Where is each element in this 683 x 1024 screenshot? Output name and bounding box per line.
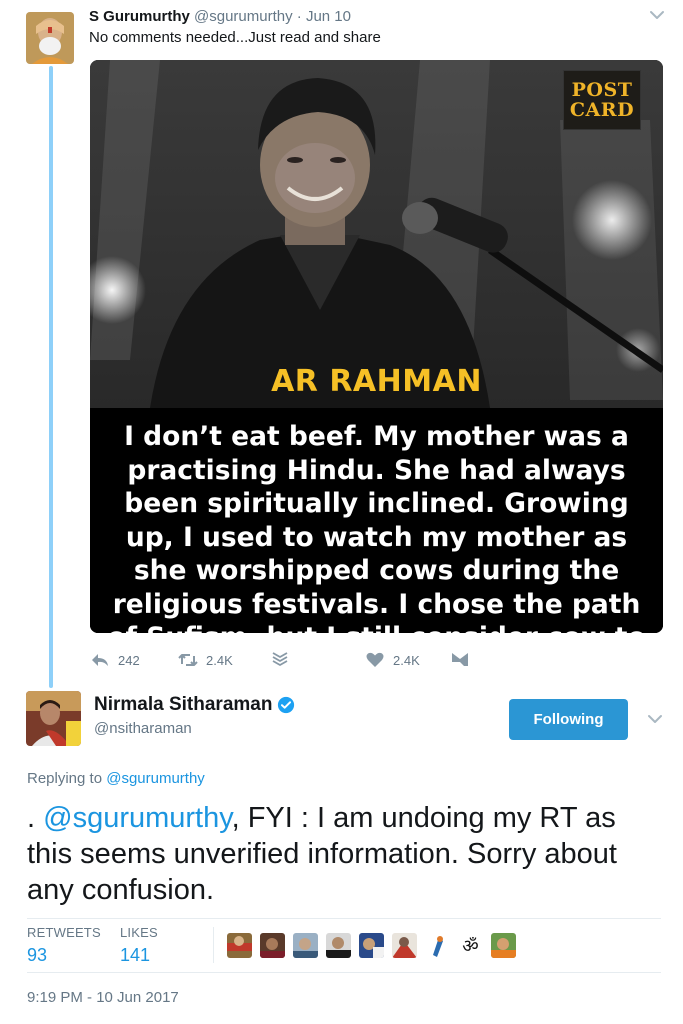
stack-action[interactable] <box>270 648 290 672</box>
tweet-timestamp[interactable]: 9:19 PM - 10 Jun 2017 <box>27 989 179 1006</box>
liker-avatars: ॐ <box>227 933 524 958</box>
svg-text:ॐ: ॐ <box>462 936 478 957</box>
quoted-tweet-date[interactable]: Jun 10 <box>306 8 351 25</box>
reply-action[interactable]: 242 <box>90 648 140 672</box>
thread-connector-line <box>49 66 53 688</box>
like-action[interactable]: 2.4K <box>365 648 420 672</box>
likes-stat[interactable]: LIKES 141 <box>120 925 158 966</box>
postcard-logo-line2: CARD <box>569 99 635 121</box>
liker-avatar[interactable] <box>425 933 450 958</box>
stack-icon <box>272 652 288 666</box>
like-count: 2.4K <box>393 652 420 668</box>
reply-icon <box>92 654 108 666</box>
liker-avatar[interactable] <box>293 933 318 958</box>
quoted-tweet-actions: 242 2.4K 2.4K <box>90 648 490 672</box>
quoted-tweet-header: S Gurumurthy @sgurumurthy · Jun 10 <box>89 8 351 25</box>
author-name[interactable]: Nirmala Sitharaman <box>94 694 295 716</box>
tweet-text-mention[interactable]: @sgurumurthy <box>43 802 231 834</box>
retweets-value: 93 <box>27 945 48 965</box>
heart-icon <box>366 652 384 667</box>
direct-message-action[interactable] <box>450 648 470 672</box>
liker-avatar[interactable] <box>227 933 252 958</box>
quoted-author-handle[interactable]: @sgurumurthy <box>194 8 293 25</box>
retweets-stat[interactable]: RETWEETS 93 <box>27 925 101 966</box>
stats-bottom-divider <box>27 972 661 973</box>
tweet-text-prefix: . <box>27 802 44 834</box>
liker-avatar[interactable] <box>392 933 417 958</box>
author-name-text: Nirmala Sitharaman <box>94 694 273 715</box>
tweet-text: . @sgurumurthy, FYI : I am undoing my RT… <box>27 800 657 908</box>
avatar-nsitharaman[interactable] <box>26 691 81 746</box>
quoted-tweet-text: No comments needed...Just read and share <box>89 29 381 46</box>
tweet-media-image[interactable]: POST CARD AR RAHMAN I don’t eat beef. My… <box>90 60 663 633</box>
retweet-icon <box>178 654 198 666</box>
liker-avatar[interactable] <box>326 933 351 958</box>
media-quote-text: I don’t eat beef. My mother was a practi… <box>107 421 645 633</box>
message-icon <box>452 653 468 666</box>
replying-to-mention[interactable]: @sgurumurthy <box>106 770 205 787</box>
following-button[interactable]: Following <box>509 699 628 740</box>
replying-to-label: Replying to <box>27 770 103 787</box>
stats-separator <box>213 927 214 963</box>
chevron-down-icon[interactable] <box>646 710 664 728</box>
media-quote-box: I don’t eat beef. My mother was a practi… <box>90 408 663 633</box>
verified-badge-icon <box>278 696 295 714</box>
likes-value: 141 <box>120 945 151 965</box>
postcard-logo: POST CARD <box>563 70 641 130</box>
liker-avatar[interactable] <box>491 933 516 958</box>
likes-label: LIKES <box>120 925 158 940</box>
liker-avatar[interactable]: ॐ <box>458 933 483 958</box>
retweet-count: 2.4K <box>206 652 233 668</box>
stats-top-divider <box>27 918 661 919</box>
chevron-down-icon[interactable] <box>648 6 666 24</box>
retweets-label: RETWEETS <box>27 925 101 940</box>
replying-to-line: Replying to @sgurumurthy <box>27 770 205 787</box>
retweet-action[interactable]: 2.4K <box>178 648 233 672</box>
quoted-author-name[interactable]: S Gurumurthy <box>89 8 190 25</box>
reply-count: 242 <box>118 652 140 668</box>
header-separator: · <box>296 8 302 25</box>
author-handle[interactable]: @nsitharaman <box>94 720 192 737</box>
avatar-sgurumurthy[interactable] <box>26 12 74 64</box>
liker-avatar[interactable] <box>260 933 285 958</box>
media-headline: AR RAHMAN <box>271 364 482 399</box>
liker-avatar[interactable] <box>359 933 384 958</box>
postcard-logo-line1: POST <box>571 79 633 101</box>
